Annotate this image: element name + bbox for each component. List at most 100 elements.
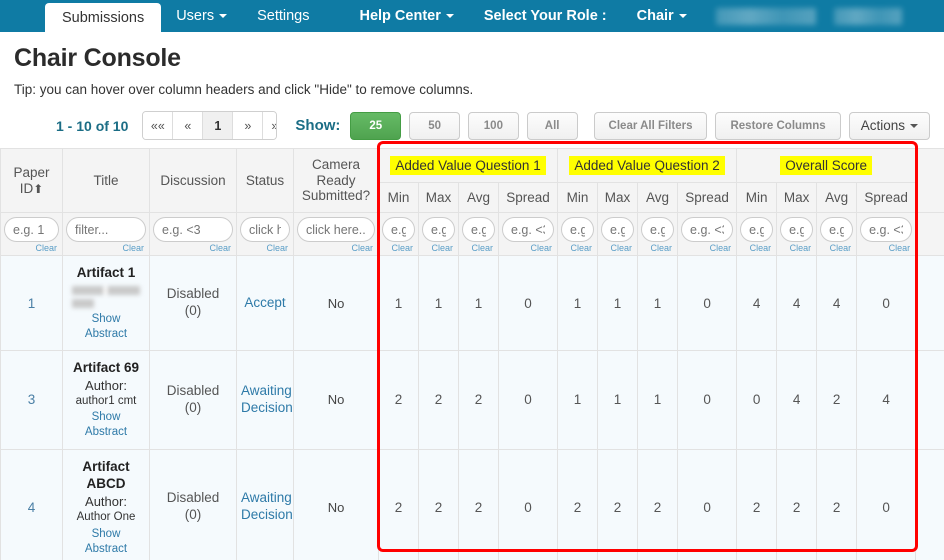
cell-overall-spread: 0: [856, 254, 917, 352]
filter-clear-avq1-avg[interactable]: Clear: [462, 243, 495, 253]
col-header-actions[interactable]: Actions: [915, 148, 944, 213]
cell-avq1-spread: 0: [497, 350, 559, 450]
filter-clear-overall-spread[interactable]: Clear: [860, 243, 912, 253]
col-header-overall-max[interactable]: Max: [776, 182, 818, 213]
col-header-avq1-min[interactable]: Min: [378, 182, 419, 213]
cell-status[interactable]: Accept: [236, 254, 294, 352]
filter-clear-camera-ready[interactable]: Clear: [297, 243, 375, 253]
nav-tab-settings[interactable]: Settings: [242, 0, 324, 32]
col-header-camera-ready[interactable]: Camera Ready Submitted?: [293, 148, 379, 213]
filter-input-avq1-max[interactable]: [422, 217, 455, 242]
col-group-overall-score-label: Overall Score: [780, 156, 872, 175]
cell-avq2-max: 1: [597, 350, 639, 450]
col-group-overall-score[interactable]: Overall Score: [736, 148, 917, 183]
show-abstract-link[interactable]: Show Abstract: [72, 527, 140, 557]
filter-input-discussion[interactable]: [153, 217, 233, 242]
filter-clear-avq1-min[interactable]: Clear: [382, 243, 415, 253]
filter-input-paper-id[interactable]: [4, 217, 59, 242]
cell-paper-id: 1: [0, 254, 63, 352]
col-header-status[interactable]: Status: [236, 148, 294, 213]
filter-input-overall-min[interactable]: [740, 217, 774, 242]
pagination-page-1[interactable]: 1: [203, 112, 234, 139]
pagination-prev[interactable]: «: [173, 112, 204, 139]
filter-clear-avq2-max[interactable]: Clear: [601, 243, 634, 253]
show-abstract-link[interactable]: Show Abstract: [72, 312, 140, 342]
clear-all-filters-button[interactable]: Clear All Filters: [593, 111, 708, 140]
filter-input-title[interactable]: [66, 217, 146, 242]
filter-input-avq2-max[interactable]: [601, 217, 635, 242]
cell-overall-min: 0: [736, 350, 778, 450]
cell-overall-spread: 0: [856, 448, 917, 560]
nav-help-center[interactable]: Help Center: [344, 0, 468, 32]
filter-cell-avq2-min: Clear: [557, 212, 599, 256]
filter-cell-overall-spread: Clear: [856, 212, 917, 256]
col-header-discussion[interactable]: Discussion: [149, 148, 237, 213]
filter-input-camera-ready[interactable]: [297, 217, 375, 242]
filter-clear-avq2-spread[interactable]: Clear: [681, 243, 733, 253]
col-header-paper-id[interactable]: Paper ID⬆: [0, 148, 63, 213]
cell-status[interactable]: Awaiting Decision: [236, 350, 294, 450]
page-size-all[interactable]: All: [526, 111, 578, 140]
filter-input-avq1-spread[interactable]: [502, 217, 555, 242]
col-header-title[interactable]: Title: [62, 148, 150, 213]
filter-clear-avq2-min[interactable]: Clear: [561, 243, 594, 253]
col-header-overall-min[interactable]: Min: [736, 182, 778, 213]
page-size-100[interactable]: 100: [467, 111, 519, 140]
col-header-avq2-max[interactable]: Max: [597, 182, 639, 213]
filter-row: Clear Clear Clear Clear: [0, 212, 944, 256]
col-header-avq1-avg[interactable]: Avg: [458, 182, 499, 213]
filter-input-overall-spread[interactable]: [860, 217, 913, 242]
redacted-author-line: [72, 285, 140, 295]
top-navigation-bar: Submissions Users Settings Help Center S…: [0, 0, 944, 32]
pagination-next[interactable]: »: [233, 112, 264, 139]
filter-clear-overall-min[interactable]: Clear: [740, 243, 773, 253]
col-header-avq2-spread[interactable]: Spread: [677, 182, 738, 213]
filter-clear-overall-max[interactable]: Clear: [780, 243, 813, 253]
filter-clear-avq2-avg[interactable]: Clear: [641, 243, 674, 253]
filter-input-overall-avg[interactable]: [820, 217, 854, 242]
filter-input-avq2-min[interactable]: [561, 217, 595, 242]
nav-tab-submissions[interactable]: Submissions: [45, 3, 162, 32]
cell-avq2-max: 1: [597, 254, 639, 352]
filter-input-avq1-min[interactable]: [382, 217, 415, 242]
col-header-avq1-max[interactable]: Max: [418, 182, 459, 213]
actions-dropdown-button[interactable]: Actions: [848, 111, 930, 140]
filter-input-avq1-avg[interactable]: [462, 217, 495, 242]
page-size-50[interactable]: 50: [409, 111, 460, 140]
cell-overall-max: 4: [776, 254, 818, 352]
filter-clear-status[interactable]: Clear: [240, 243, 290, 253]
nav-tab-users[interactable]: Users: [161, 0, 242, 32]
page-size-25[interactable]: 25: [350, 111, 402, 140]
cell-status[interactable]: Awaiting Decision: [236, 448, 294, 560]
cell-paper-id: 3: [0, 350, 63, 450]
col-header-avq1-spread[interactable]: Spread: [497, 182, 559, 213]
nav-tab-settings-label: Settings: [257, 8, 310, 24]
pagination-first[interactable]: ««: [143, 112, 174, 139]
col-header-overall-spread[interactable]: Spread: [856, 182, 917, 213]
filter-clear-avq1-max[interactable]: Clear: [422, 243, 455, 253]
filter-clear-discussion[interactable]: Clear: [153, 243, 233, 253]
pagination-last[interactable]: »»: [263, 112, 277, 139]
col-group-added-value-question-2[interactable]: Added Value Question 2: [557, 148, 738, 183]
col-header-overall-avg[interactable]: Avg: [816, 182, 858, 213]
filter-clear-overall-avg[interactable]: Clear: [820, 243, 853, 253]
submissions-table-container: Paper ID⬆ Title Discussion Status Camera…: [0, 140, 944, 560]
col-group-added-value-question-1[interactable]: Added Value Question 1: [377, 148, 559, 183]
cell-avq1-spread: 0: [497, 448, 559, 560]
filter-input-avq2-spread[interactable]: [681, 217, 734, 242]
restore-columns-button[interactable]: Restore Columns: [715, 111, 841, 140]
submissions-table: Paper ID⬆ Title Discussion Status Camera…: [0, 148, 944, 560]
cell-overall-spread: 4: [856, 350, 917, 450]
filter-clear-title[interactable]: Clear: [66, 243, 146, 253]
filter-clear-avq1-spread[interactable]: Clear: [502, 243, 554, 253]
filter-cell-status: Clear: [236, 212, 294, 256]
filter-clear-paper-id[interactable]: Clear: [4, 243, 59, 253]
filter-input-overall-max[interactable]: [780, 217, 814, 242]
filter-input-status[interactable]: [240, 217, 290, 242]
col-header-avq2-min[interactable]: Min: [557, 182, 599, 213]
col-header-avq2-avg[interactable]: Avg: [637, 182, 679, 213]
filter-input-avq2-avg[interactable]: [641, 217, 675, 242]
nav-role-chair[interactable]: Chair: [622, 0, 702, 32]
show-abstract-link[interactable]: Show Abstract: [72, 410, 140, 440]
